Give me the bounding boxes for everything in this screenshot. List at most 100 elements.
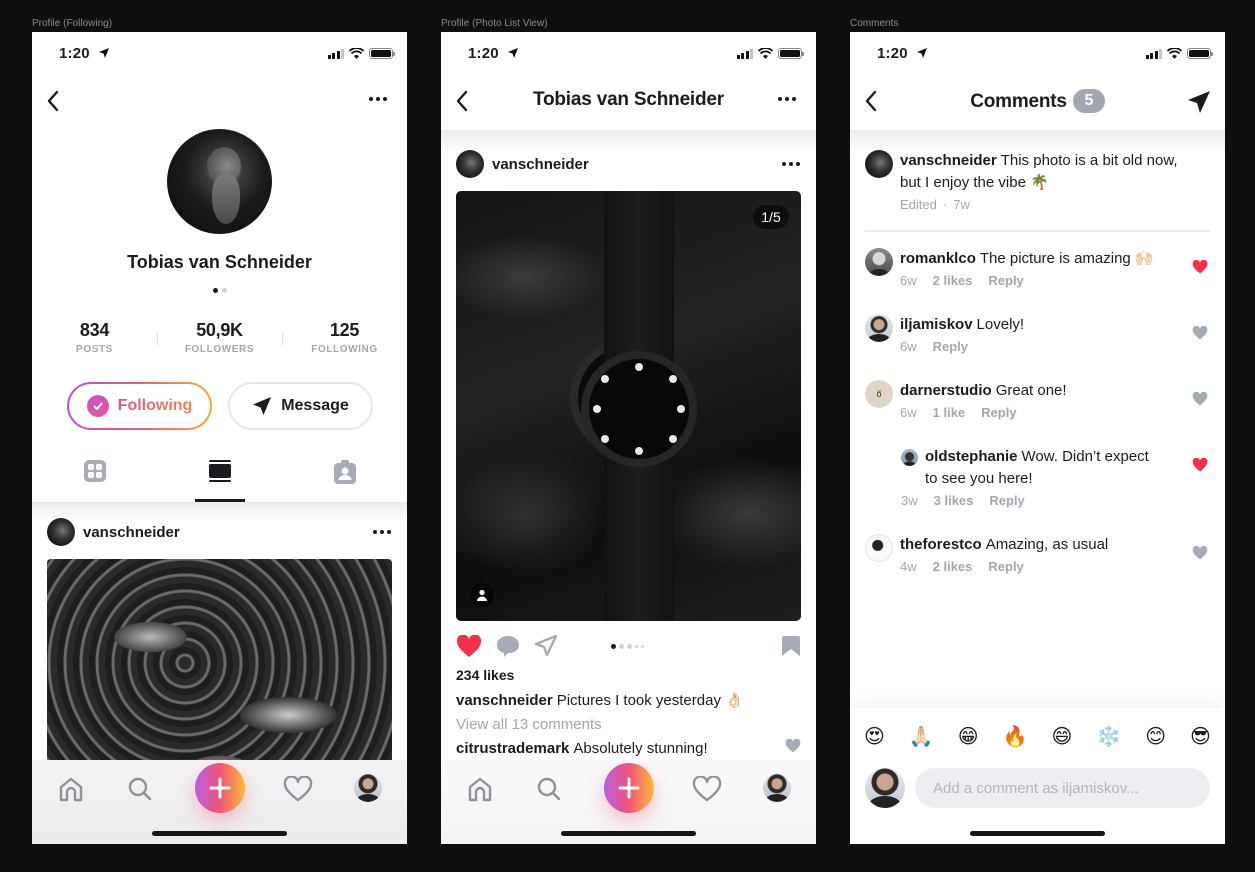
reply-button[interactable]: Reply [988,559,1023,574]
comment-username[interactable]: vanschneider [900,152,997,169]
tab-list[interactable] [157,452,282,502]
comment-item: theforestco Amazing, as usual 4w 2 likes Re… [865,534,1210,574]
post-more-icon[interactable] [373,530,391,534]
search-icon[interactable] [125,774,155,804]
message-button[interactable]: Message [228,382,373,430]
more-options-icon[interactable] [778,94,800,104]
search-icon[interactable] [534,774,564,804]
home-icon[interactable] [465,774,495,804]
like-heart-icon[interactable] [456,634,482,658]
post-more-icon[interactable] [782,162,800,166]
following-button[interactable]: Following [67,382,212,430]
following-label: Following [117,397,193,414]
more-options-icon[interactable] [369,94,391,104]
watch-face [581,351,697,467]
divider [865,230,1210,232]
comment-likes[interactable]: 2 likes [933,273,973,288]
emoji-grin[interactable]: 😁 [958,724,979,748]
comment-bubble-icon[interactable] [496,634,520,658]
comment-username[interactable]: citrustrademark [456,740,569,757]
photo-list-screen: 1:20 Tobias van Schneider vanschneider 1… [441,32,816,844]
emoji-smile[interactable]: 😄 [1051,724,1072,748]
signal-bars-icon [327,48,344,59]
comment-like-icon[interactable] [1192,259,1208,279]
comment-username[interactable]: darnerstudio [900,382,992,399]
profile-view-tabs [32,452,407,502]
tab-tagged[interactable] [282,452,407,502]
commenter-avatar[interactable] [901,449,918,466]
add-post-button[interactable] [604,763,654,813]
send-arrow-icon[interactable] [1187,90,1211,114]
reply-button[interactable]: Reply [933,339,968,354]
commenter-avatar[interactable] [865,248,893,276]
comment-likes[interactable]: 3 likes [934,493,974,508]
commenter-avatar[interactable]: ő [865,380,893,408]
comment-text: Absolutely stunning! [573,739,708,757]
emoji-snowflake[interactable]: ❄️ [1096,724,1121,748]
post-author-avatar[interactable] [456,150,484,178]
add-post-button[interactable] [195,763,245,813]
commenter-avatar[interactable] [865,534,893,562]
nav-bar: Tobias van Schneider [441,76,816,130]
comment-like-icon[interactable] [785,738,801,757]
comment-likes[interactable]: 1 like [933,405,966,420]
post-author-avatar[interactable] [47,518,75,546]
post-photo[interactable]: 1/5 [456,191,801,621]
message-label: Message [281,397,349,414]
edited-label: Edited [900,197,937,212]
wifi-icon [349,48,364,59]
comment-username[interactable]: oldstephanie [925,448,1018,465]
emoji-heart-eyes[interactable]: 😍 [864,724,885,748]
tab-grid[interactable] [32,452,157,502]
comment-like-icon[interactable] [1192,457,1208,477]
post-author-username[interactable]: vanschneider [492,156,589,173]
nav-bar [32,76,407,130]
profile-avatar-tab[interactable] [763,774,791,802]
profile-stats: 834 POSTS 50,9K FOLLOWERS 125 FOLLOWING [32,320,407,355]
wifi-icon [1167,48,1182,59]
heart-icon[interactable] [692,774,722,804]
comment-like-icon[interactable] [1192,391,1208,411]
home-icon[interactable] [56,774,86,804]
heart-icon[interactable] [283,774,313,804]
emoji-blush[interactable]: 😊 [1145,724,1166,748]
tagged-people-button[interactable] [470,583,494,607]
checkmark-icon [86,395,109,417]
comment-username[interactable]: iljamiskov [900,316,973,333]
quick-emoji-row: 😍 🙏🏻 😁 🔥 😄 ❄️ 😊 😎 [864,724,1211,748]
share-send-icon[interactable] [534,635,558,657]
comment-like-icon[interactable] [1192,545,1208,565]
caption-username[interactable]: vanschneider [456,692,553,709]
stat-following[interactable]: 125 FOLLOWING [282,320,407,355]
reply-button[interactable]: Reply [981,405,1016,420]
emoji-sunglasses[interactable]: 😎 [1190,724,1211,748]
comment-likes[interactable]: 2 likes [933,559,973,574]
reply-button[interactable]: Reply [989,493,1024,508]
profile-avatar-tab[interactable] [354,774,382,802]
list-view-icon [208,460,231,482]
post-author-username[interactable]: vanschneider [83,524,180,541]
likes-count[interactable]: 234 likes [456,667,514,683]
comment-input[interactable] [915,768,1210,808]
comment-time: 4w [900,559,917,574]
comment-username[interactable]: romanklco [900,250,976,267]
status-time: 1:20 [468,45,499,62]
stat-followers[interactable]: 50,9K FOLLOWERS [157,320,282,355]
status-bar: 1:20 [850,32,1225,76]
view-all-comments-link[interactable]: View all 13 comments [456,716,602,733]
comment-like-icon[interactable] [1192,325,1208,345]
emoji-folded-hands[interactable]: 🙏🏻 [909,724,934,748]
commenter-avatar[interactable] [865,314,893,342]
home-indicator [561,831,696,836]
profile-avatar[interactable] [167,129,272,234]
back-chevron-icon[interactable] [46,88,60,114]
stat-posts[interactable]: 834 POSTS [32,320,157,355]
commenter-avatar[interactable] [865,150,893,178]
comment-item: romanklco The picture is amazing 🙌🏻 6w 2 l… [865,248,1210,288]
emoji-fire[interactable]: 🔥 [1003,724,1028,748]
comment-username[interactable]: theforestco [900,536,982,553]
top-comment: citrustrademark Absolutely stunning! [456,738,801,757]
bookmark-icon[interactable] [781,635,801,657]
reply-button[interactable]: Reply [988,273,1023,288]
tab-bar [32,760,407,844]
